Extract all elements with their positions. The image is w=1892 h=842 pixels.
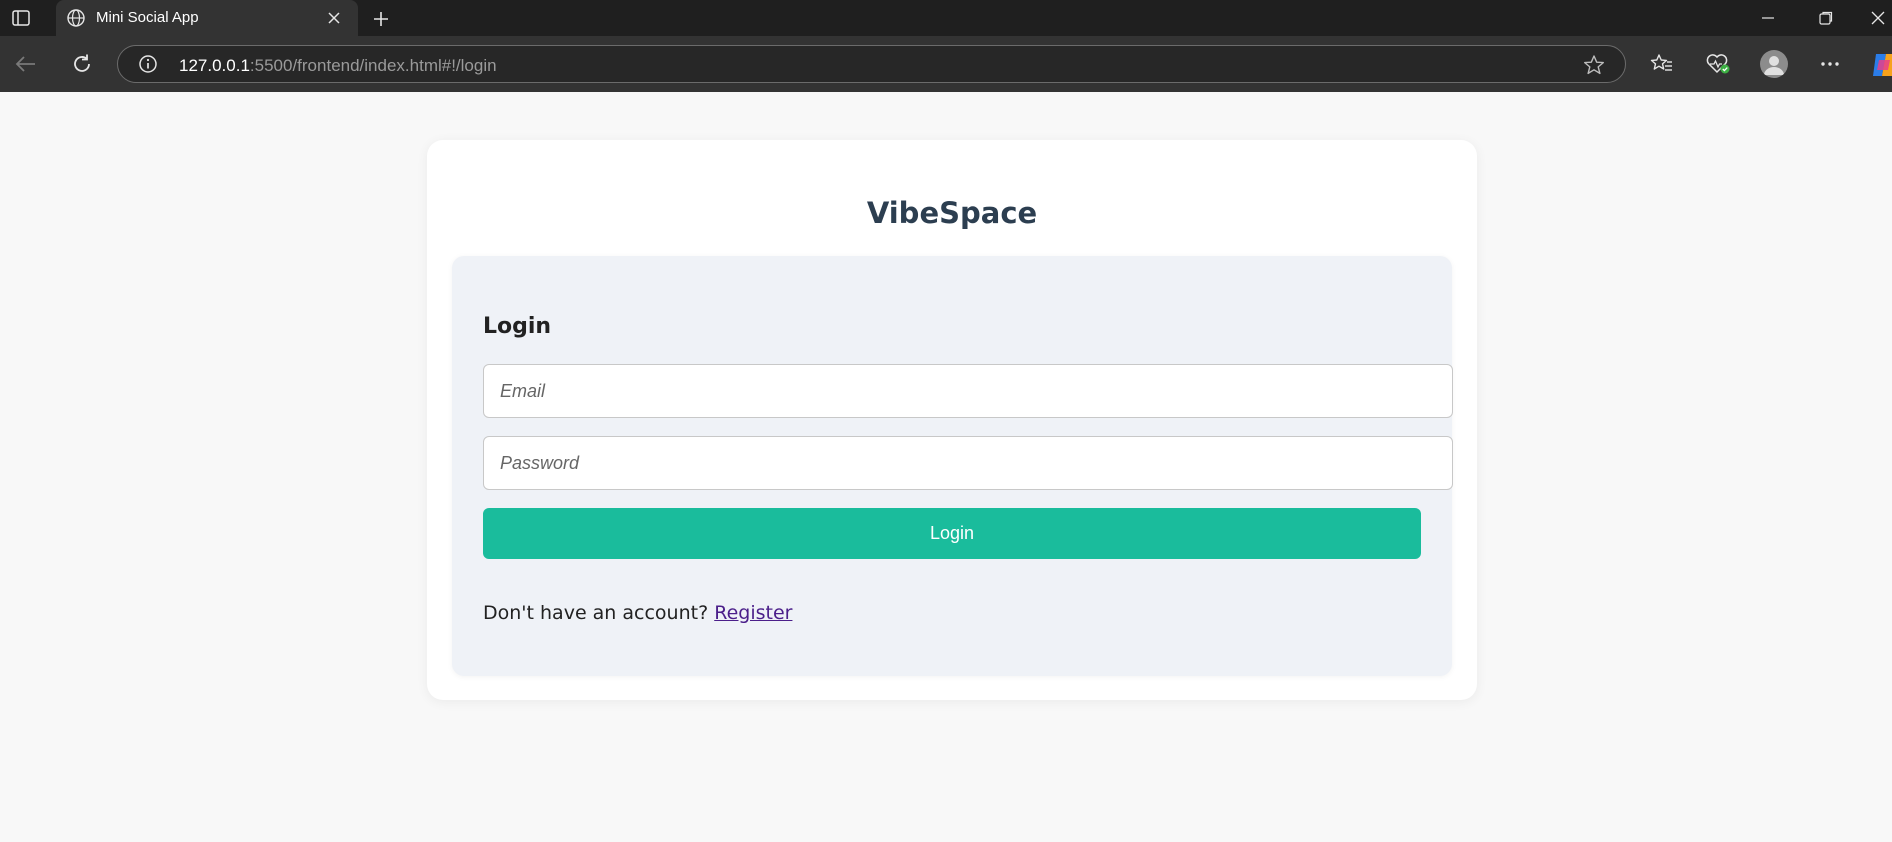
refresh-icon[interactable] [68,50,96,78]
no-account-text: Don't have an account? [483,602,709,624]
more-options-icon[interactable] [1816,50,1844,78]
login-panel: Login Login Don't have an account? Regis… [452,256,1453,676]
globe-icon [67,9,85,27]
back-arrow-icon[interactable] [12,50,40,78]
app-card: VibeSpace Login Login Don't have an acco… [427,140,1477,700]
close-icon[interactable] [324,8,344,28]
login-title: Login [483,314,552,339]
browser-tab-bar: Mini Social App [0,0,1892,36]
minimize-icon[interactable] [1740,0,1796,36]
tab-actions-icon[interactable] [6,4,36,32]
browser-tab[interactable]: Mini Social App [56,0,358,36]
app-brand: VibeSpace [866,196,1038,230]
register-link[interactable]: Register [714,602,792,624]
login-button[interactable]: Login [483,508,1421,559]
password-field[interactable] [483,436,1453,490]
url-path: :5500/frontend/index.html#!/login [249,56,497,75]
browser-essentials-icon[interactable] [1704,50,1732,78]
address-bar[interactable]: 127.0.0.1:5500/frontend/index.html#!/log… [117,45,1626,83]
info-icon[interactable] [138,54,158,74]
favorites-icon[interactable] [1648,50,1676,78]
page-content: VibeSpace Login Login Don't have an acco… [0,92,1892,842]
email-field[interactable] [483,364,1453,418]
url-host: 127.0.0.1 [179,56,250,75]
restore-icon[interactable] [1798,0,1854,36]
star-icon[interactable] [1583,54,1605,76]
profile-avatar-icon[interactable] [1760,50,1788,78]
url-text[interactable]: 127.0.0.1:5500/frontend/index.html#!/log… [179,56,497,76]
tab-title: Mini Social App [96,9,199,26]
register-prompt: Don't have an account? Register [483,602,792,624]
close-window-icon[interactable] [1850,0,1892,36]
copilot-icon[interactable] [1870,50,1892,80]
plus-icon[interactable] [368,6,394,32]
browser-toolbar: 127.0.0.1:5500/frontend/index.html#!/log… [0,36,1892,92]
